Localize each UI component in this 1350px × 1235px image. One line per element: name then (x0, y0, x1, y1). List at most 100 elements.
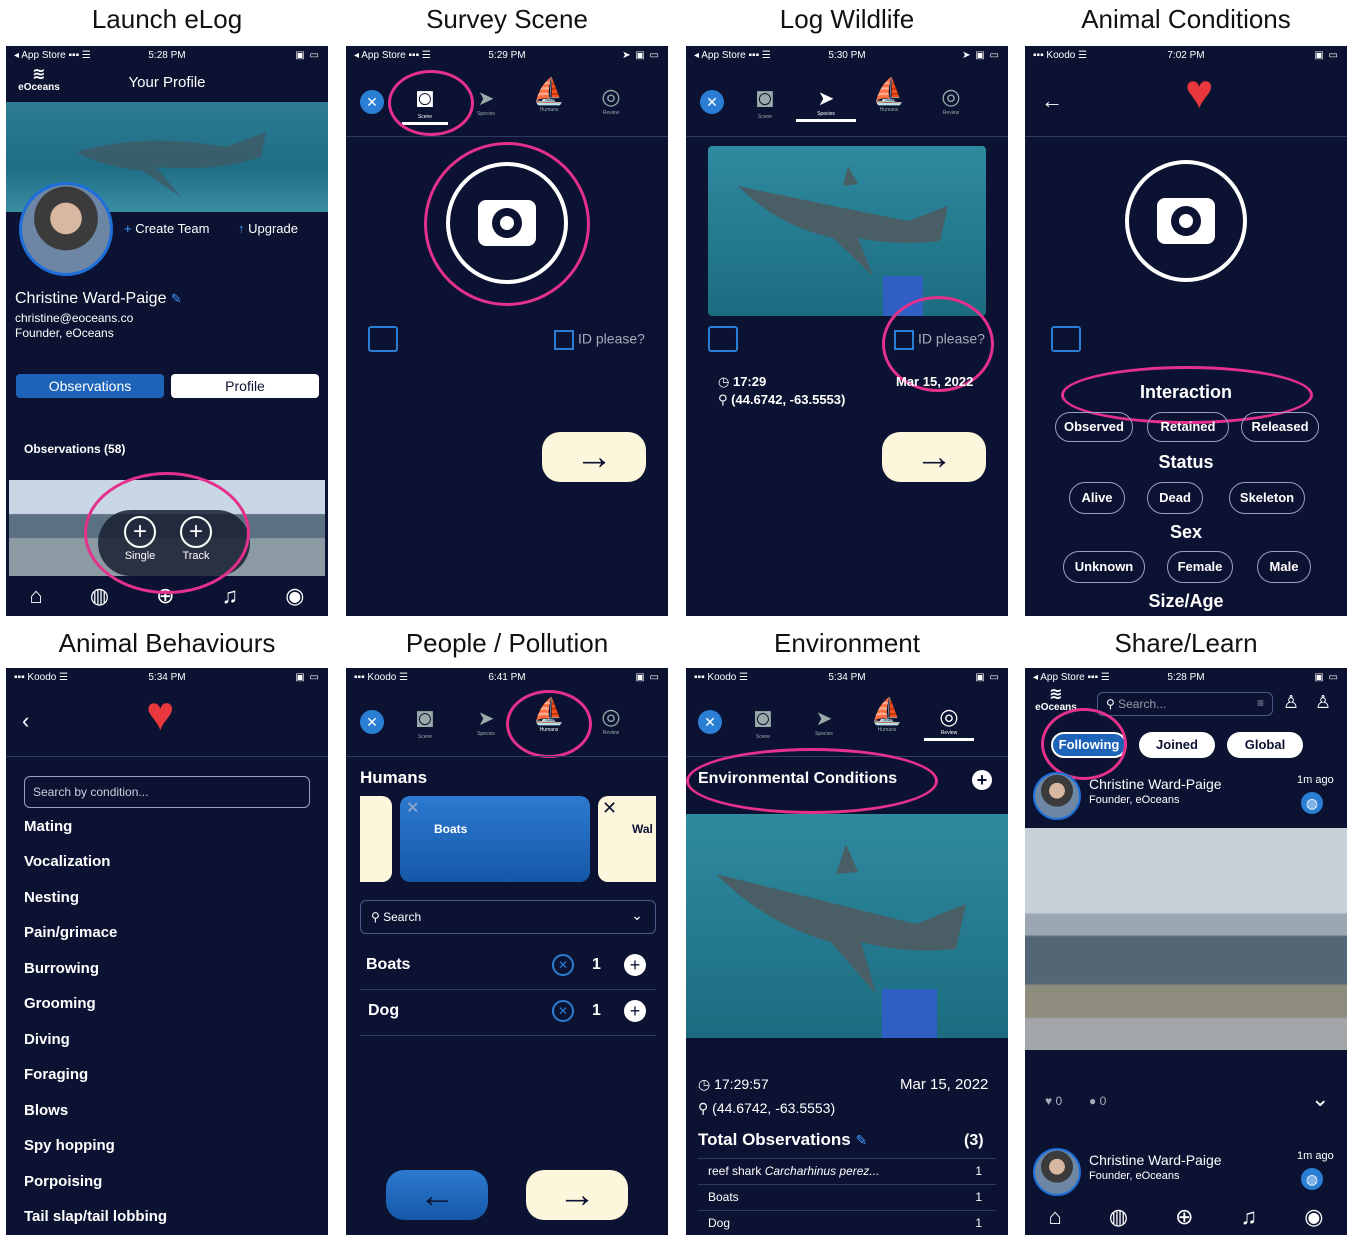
behaviour-item[interactable]: Diving (24, 1031, 70, 1048)
battery-icon: ▣ ▭ (295, 671, 320, 683)
remove-circle-icon[interactable]: ✕ (552, 954, 574, 976)
tab-species[interactable]: ➤ Species (796, 86, 856, 122)
feed-search-input[interactable]: ⚲ Search... ≡ (1097, 692, 1273, 716)
edit-icon[interactable]: ✎ (855, 1132, 867, 1148)
post-avatar[interactable] (1033, 1148, 1081, 1196)
phone-conditions: ▪▪▪ Koodo ☰ 7:02 PM ▣ ▭ ← ♥ Interaction … (1025, 46, 1347, 616)
tab-species[interactable]: ➤ Species (794, 706, 854, 737)
card-right[interactable]: ✕ Wal (598, 796, 656, 882)
tab-humans[interactable]: ⛵ Humans (864, 76, 914, 113)
home-icon[interactable]: ⌂ (1049, 1204, 1062, 1230)
phone-environment: ▪▪▪ Koodo ☰ 5:34 PM ▣ ▭ ✕ ◙ Scene ➤ Spec… (686, 668, 1008, 1235)
gallery-icon[interactable] (708, 326, 738, 352)
globe-icon[interactable]: ◍ (90, 583, 109, 609)
next-button[interactable]: → (526, 1170, 628, 1220)
add-icon[interactable]: ⊕ (1175, 1204, 1193, 1230)
back-chevron-icon[interactable]: ‹ (22, 708, 29, 734)
post-avatar[interactable] (1033, 772, 1081, 820)
gallery-icon[interactable] (368, 326, 398, 352)
behaviour-item[interactable]: Burrowing (24, 960, 99, 977)
expand-chevron-icon[interactable]: ⌄ (1311, 1086, 1329, 1112)
interaction-released[interactable]: Released (1241, 412, 1319, 442)
back-arrow-icon[interactable]: ← (1041, 88, 1063, 114)
tab-review[interactable]: ◎ Review (586, 84, 636, 116)
post-photo[interactable] (1025, 828, 1347, 1050)
battery-icon: ➤ ▣ ▭ (622, 49, 660, 61)
home-icon[interactable]: ⌂ (30, 583, 43, 609)
id-please-checkbox[interactable]: ID please? (554, 330, 645, 350)
next-button[interactable]: → (542, 432, 646, 482)
remove-circle-icon[interactable]: ✕ (552, 1000, 574, 1022)
behaviour-item[interactable]: Porpoising (24, 1173, 102, 1190)
panel-title-wildlife: Log Wildlife (779, 4, 915, 34)
close-button[interactable]: ✕ (360, 710, 384, 734)
tab-humans[interactable]: ⛵ Humans (524, 76, 574, 113)
interaction-retained[interactable]: Retained (1147, 412, 1229, 442)
behaviour-item[interactable]: Foraging (24, 1066, 88, 1083)
likes[interactable]: ♥ 0 (1045, 1094, 1062, 1108)
behaviour-item[interactable]: Vocalization (24, 853, 110, 870)
camera-button[interactable] (1125, 160, 1247, 282)
bell-icon[interactable]: ♫ (222, 583, 239, 609)
panel-title-survey: Survey Scene (426, 4, 588, 34)
tab-observations[interactable]: Observations (16, 374, 164, 398)
close-button[interactable]: ✕ (700, 90, 724, 114)
status-alive[interactable]: Alive (1069, 482, 1125, 514)
tab-profile[interactable]: Profile (171, 374, 319, 398)
close-button[interactable]: ✕ (698, 710, 722, 734)
create-team-button[interactable]: + Create Team (124, 221, 209, 236)
close-button[interactable]: ✕ (360, 90, 384, 114)
tab-global[interactable]: Global (1227, 732, 1303, 758)
tab-review[interactable]: ◎ Review (926, 84, 976, 116)
friends-icon[interactable]: ♙ (1315, 692, 1331, 713)
status-skeleton[interactable]: Skeleton (1229, 482, 1305, 514)
behaviour-item[interactable]: Mating (24, 818, 72, 835)
tab-joined[interactable]: Joined (1139, 732, 1215, 758)
post-author[interactable]: Christine Ward-Paige (1089, 776, 1222, 792)
behaviour-item[interactable]: Nesting (24, 889, 79, 906)
filter-icon[interactable]: ≡ (1257, 696, 1264, 710)
sex-female[interactable]: Female (1167, 551, 1233, 583)
add-circle-icon[interactable]: + (624, 1000, 646, 1022)
sex-male[interactable]: Male (1257, 551, 1311, 583)
tab-scene[interactable]: ◙ Scene (742, 82, 788, 120)
humans-search-select[interactable]: ⚲ Search ⌄ (360, 900, 656, 934)
interaction-observed[interactable]: Observed (1055, 412, 1133, 442)
status-bar: ▪▪▪ Koodo ☰ 7:02 PM ▣ ▭ (1033, 49, 1339, 61)
account-icon[interactable]: ◉ (1304, 1204, 1323, 1230)
behaviour-item[interactable]: Grooming (24, 995, 96, 1012)
highlight-following (1041, 708, 1127, 780)
add-condition-button[interactable]: + (972, 770, 992, 790)
bell-icon[interactable]: ♫ (1241, 1204, 1258, 1230)
behaviour-item[interactable]: Blows (24, 1102, 68, 1119)
tab-review[interactable]: ◎ Review (586, 704, 636, 736)
camera-icon: ◙ (754, 702, 772, 733)
behaviour-item[interactable]: Pain/grimace (24, 924, 117, 941)
tab-humans[interactable]: ⛵ Humans (862, 696, 912, 733)
globe-icon[interactable]: ◍ (1109, 1204, 1128, 1230)
sex-unknown[interactable]: Unknown (1063, 551, 1145, 583)
add-friend-icon[interactable]: ♙ (1283, 692, 1299, 713)
account-icon[interactable]: ◉ (285, 583, 304, 609)
next-button[interactable]: → (882, 432, 986, 482)
card-left[interactable] (360, 796, 392, 882)
remove-icon[interactable]: ✕ (602, 798, 617, 819)
status-dead[interactable]: Dead (1147, 482, 1203, 514)
add-circle-icon[interactable]: + (624, 954, 646, 976)
remove-icon[interactable]: ✕ (406, 798, 419, 818)
arrow-right-icon: → (915, 436, 953, 478)
gallery-icon[interactable] (1051, 326, 1081, 352)
tab-review[interactable]: ◎ Review (924, 704, 974, 741)
upgrade-button[interactable]: ↑ Upgrade (238, 221, 298, 236)
behaviour-item[interactable]: Tail slap/tail lobbing (24, 1208, 167, 1225)
comments[interactable]: ● 0 (1089, 1094, 1106, 1108)
behaviour-item[interactable]: Spy hopping (24, 1137, 115, 1154)
condition-search-input[interactable]: Search by condition... (24, 776, 310, 808)
edit-icon[interactable]: ✎ (171, 291, 182, 306)
tab-scene[interactable]: ◙ Scene (740, 702, 786, 740)
tab-scene[interactable]: ◙ Scene (402, 702, 448, 740)
card-boats[interactable]: ✕ Boats (400, 796, 590, 882)
post-author[interactable]: Christine Ward-Paige (1089, 1152, 1222, 1168)
pin-icon: ⚲ (698, 1100, 713, 1116)
back-button[interactable]: ← (386, 1170, 488, 1220)
